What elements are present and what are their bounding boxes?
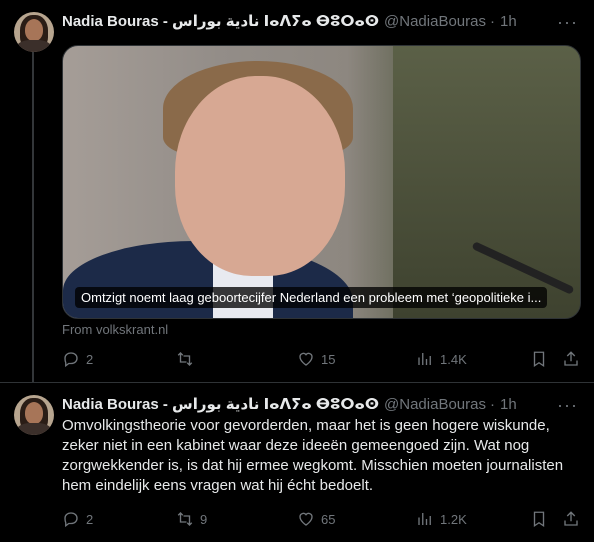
- like-button[interactable]: 65: [297, 509, 335, 529]
- timestamp[interactable]: 1h: [500, 396, 517, 413]
- reply-icon: [64, 352, 78, 368]
- tweet-actions: 2 15 1.4K: [62, 349, 582, 369]
- card-headline: Omtzigt noemt laag geboortecijfer Nederl…: [75, 287, 548, 308]
- bookmark-icon: [533, 351, 545, 368]
- reply-button[interactable]: 2: [62, 349, 93, 369]
- like-count: 15: [321, 351, 336, 367]
- tweet-header: Nadia Bouras - نادية بوراس ⵏⴰⴷⵢⴰ ⴱⵓⵔⴰⵙ @…: [62, 395, 517, 414]
- reply-button[interactable]: 2: [62, 509, 93, 529]
- bookmark-button[interactable]: [530, 349, 548, 369]
- tweet-actions: 2 9 65 1.2K: [62, 509, 582, 529]
- retweet-count: 9: [200, 511, 208, 527]
- author-name[interactable]: Nadia Bouras - نادية بوراس ⵏⴰⴷⵢⴰ ⴱⵓⵔⴰⵙ: [62, 12, 379, 30]
- retweet-icon: [177, 512, 193, 526]
- retweet-icon: [177, 352, 193, 366]
- views-icon: [418, 353, 431, 365]
- reply-count: 2: [86, 351, 94, 367]
- reply-icon: [64, 512, 78, 528]
- link-card[interactable]: Omtzigt noemt laag geboortecijfer Nederl…: [62, 45, 581, 319]
- retweet-button[interactable]: [176, 349, 200, 369]
- tweet-text: Omvolkingstheorie voor gevorderden, maar…: [62, 417, 564, 494]
- like-count: 65: [321, 511, 336, 527]
- author-handle[interactable]: @NadiaBouras: [384, 396, 486, 413]
- heart-icon: [299, 512, 313, 526]
- views-button[interactable]: 1.4K: [416, 349, 467, 369]
- tweet[interactable]: Nadia Bouras - نادية بوراس ⵏⴰⴷⵢⴰ ⴱⵓⵔⴰⵙ @…: [0, 0, 594, 382]
- views-count: 1.2K: [440, 511, 467, 527]
- bookmark-icon: [533, 511, 545, 528]
- author-name[interactable]: Nadia Bouras - نادية بوراس ⵏⴰⴷⵢⴰ ⴱⵓⵔⴰⵙ: [62, 395, 379, 413]
- separator-dot: ·: [489, 395, 495, 413]
- timestamp[interactable]: 1h: [500, 13, 517, 30]
- views-button[interactable]: 1.2K: [416, 509, 467, 529]
- avatar[interactable]: [14, 395, 54, 435]
- more-options-icon[interactable]: ···: [557, 395, 578, 416]
- separator-dot: ·: [489, 12, 495, 30]
- avatar[interactable]: [14, 12, 54, 52]
- views-count: 1.4K: [440, 351, 467, 367]
- like-button[interactable]: 15: [297, 349, 335, 369]
- tweet[interactable]: Nadia Bouras - نادية بوراس ⵏⴰⴷⵢⴰ ⴱⵓⵔⴰⵙ @…: [0, 382, 594, 542]
- card-source[interactable]: From volkskrant.nl: [62, 322, 168, 337]
- share-icon: [564, 351, 578, 366]
- bookmark-button[interactable]: [530, 509, 548, 529]
- share-button[interactable]: [562, 349, 580, 369]
- views-icon: [418, 513, 431, 525]
- share-icon: [564, 511, 578, 526]
- retweet-button[interactable]: 9: [176, 509, 207, 529]
- author-handle[interactable]: @NadiaBouras: [384, 13, 486, 30]
- more-options-icon[interactable]: ···: [557, 12, 578, 33]
- share-button[interactable]: [562, 509, 580, 529]
- tweet-header: Nadia Bouras - نادية بوراس ⵏⴰⴷⵢⴰ ⴱⵓⵔⴰⵙ @…: [62, 12, 517, 31]
- card-image-face: [175, 76, 345, 276]
- reply-count: 2: [86, 511, 94, 527]
- heart-icon: [299, 352, 313, 366]
